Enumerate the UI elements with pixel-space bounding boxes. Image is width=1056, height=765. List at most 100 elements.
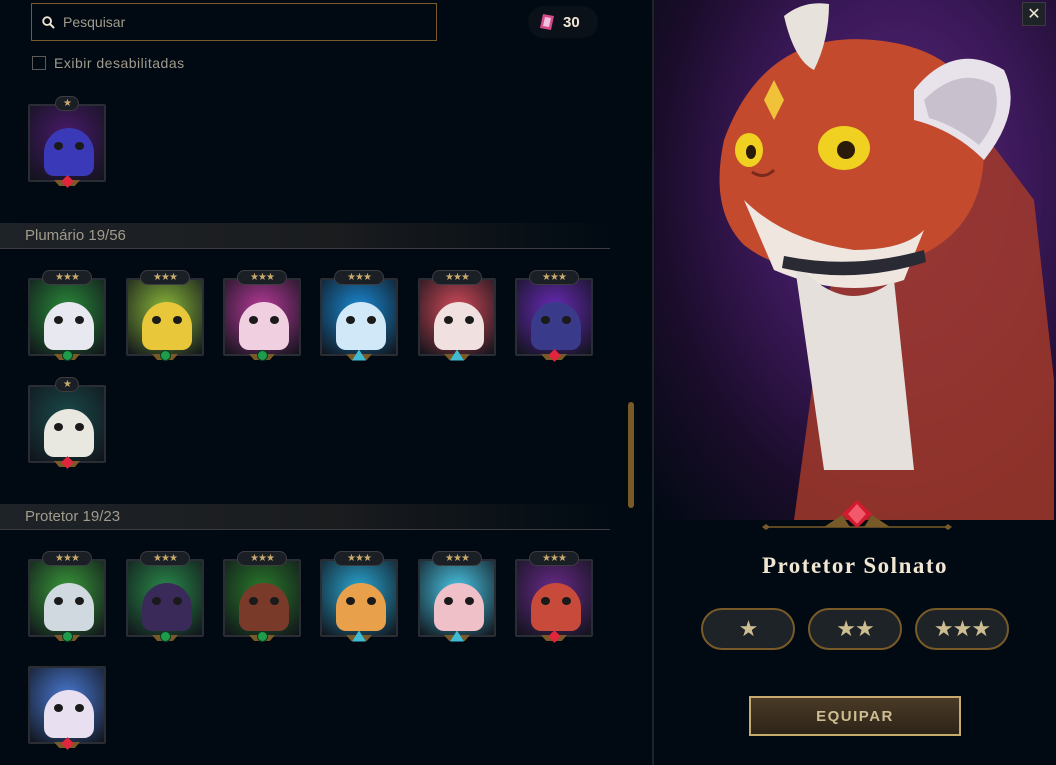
equip-button[interactable]: EQUIPAR xyxy=(749,696,961,736)
skin-tile[interactable]: ★★★ xyxy=(28,270,106,361)
skin-tile[interactable]: ★ xyxy=(28,377,106,469)
little-legend-figure xyxy=(44,690,94,738)
little-legend-figure xyxy=(531,302,581,350)
skin-thumbnail xyxy=(223,559,301,637)
section-header-plumario: Plumário 19/56 xyxy=(0,223,610,249)
skin-tile[interactable]: ★★★ xyxy=(515,270,593,362)
star-rating-badge: ★★★ xyxy=(237,270,287,285)
little-legend-eyes xyxy=(152,316,182,324)
little-legend-eyes xyxy=(249,597,279,605)
skin-tile[interactable]: ★★★ xyxy=(320,270,398,361)
skin-tile[interactable]: ★★★ xyxy=(223,551,301,642)
little-legend-eyes xyxy=(346,597,376,605)
blue-rarity-gem-icon xyxy=(444,348,470,362)
little-legend-eyes xyxy=(541,316,571,324)
skin-tile[interactable]: ★★★ xyxy=(126,270,204,361)
skin-thumbnail xyxy=(515,559,593,637)
protetor-solnato-splash xyxy=(719,3,1054,520)
skin-thumbnail xyxy=(515,278,593,356)
star-rating-badge: ★★★ xyxy=(529,551,579,566)
skin-splash-art xyxy=(654,0,1056,520)
star-rating-badge: ★★★ xyxy=(237,551,287,566)
red-rarity-gem-icon xyxy=(54,455,80,469)
star-level-3-button[interactable]: ★★★ xyxy=(915,608,1009,650)
green-rarity-gem-icon xyxy=(152,629,178,643)
little-legend-eyes xyxy=(54,704,84,712)
skin-thumbnail xyxy=(320,278,398,356)
little-legend-figure xyxy=(336,302,386,350)
star-rating-badge: ★★★ xyxy=(334,551,384,566)
skin-tile[interactable]: ★★★ xyxy=(418,551,496,642)
star-rating-badge: ★★★ xyxy=(42,551,92,566)
little-legend-eyes xyxy=(54,423,84,431)
little-legend-figure xyxy=(239,583,289,631)
little-legend-eyes xyxy=(54,316,84,324)
star-rating-badge: ★★★ xyxy=(140,270,190,285)
red-rarity-gem-icon xyxy=(54,736,80,750)
green-rarity-gem-icon xyxy=(54,629,80,643)
skin-tile[interactable]: ★★★ xyxy=(418,270,496,361)
skin-tile[interactable]: ★★★ xyxy=(223,270,301,361)
search-box[interactable] xyxy=(31,3,437,41)
little-legend-figure xyxy=(434,583,484,631)
little-legend-figure xyxy=(336,583,386,631)
star-rating-badge: ★★★ xyxy=(432,551,482,566)
little-legend-eyes xyxy=(54,597,84,605)
star-rating-badge: ★★★ xyxy=(42,270,92,285)
little-legend-eyes xyxy=(346,316,376,324)
show-disabled-label: Exibir desabilitadas xyxy=(54,55,185,71)
little-legend-eyes xyxy=(152,597,182,605)
little-legend-figure xyxy=(44,583,94,631)
star-rating-badge: ★★★ xyxy=(334,270,384,285)
skin-thumbnail xyxy=(418,559,496,637)
skin-thumbnail xyxy=(418,278,496,356)
little-legend-figure xyxy=(142,583,192,631)
little-legend-eyes xyxy=(249,316,279,324)
green-rarity-gem-icon xyxy=(249,348,275,362)
collection-panel: 30 Exibir desabilitadas ★ Plumário 19/56… xyxy=(0,0,652,765)
skin-name: Protetor Solnato xyxy=(761,553,949,578)
skin-tile[interactable] xyxy=(28,666,106,750)
little-legend-figure xyxy=(239,302,289,350)
skin-thumbnail xyxy=(28,278,106,356)
skin-thumbnail xyxy=(28,385,106,463)
little-legend-eyes xyxy=(444,597,474,605)
skin-thumbnail xyxy=(223,278,301,356)
skin-tile[interactable]: ★★★ xyxy=(28,551,106,642)
green-rarity-gem-icon xyxy=(152,348,178,362)
blue-rarity-gem-icon xyxy=(444,629,470,643)
search-input[interactable] xyxy=(63,14,423,30)
skin-tile[interactable]: ★★★ xyxy=(126,551,204,642)
skin-tile[interactable]: ★★★ xyxy=(320,551,398,642)
red-rarity-gem-icon xyxy=(541,348,567,362)
star-rating-badge: ★ xyxy=(55,377,79,392)
skin-thumbnail xyxy=(28,666,106,744)
close-button[interactable]: ✕ xyxy=(1022,2,1046,26)
show-disabled-filter[interactable]: Exibir desabilitadas xyxy=(32,55,185,71)
little-legend-eyes xyxy=(444,316,474,324)
star-level-1-button[interactable]: ★ xyxy=(701,608,795,650)
skin-thumbnail xyxy=(28,104,106,182)
red-rarity-gem-icon xyxy=(541,629,567,643)
section-header-protetor: Protetor 19/23 xyxy=(0,504,610,530)
currency-display: 30 xyxy=(528,6,598,38)
star-level-2-button[interactable]: ★★ xyxy=(808,608,902,650)
green-rarity-gem-icon xyxy=(54,348,80,362)
section-title: Protetor 19/23 xyxy=(25,508,121,525)
skin-thumbnail xyxy=(28,559,106,637)
star-rating-badge: ★★★ xyxy=(529,270,579,285)
scrollbar-thumb[interactable] xyxy=(628,402,634,508)
skin-tile[interactable]: ★ xyxy=(28,96,106,188)
section-title: Plumário 19/56 xyxy=(25,227,126,244)
star-rating-badge: ★ xyxy=(55,96,79,111)
little-legend-figure xyxy=(44,409,94,457)
red-rarity-gem-icon xyxy=(54,174,80,188)
little-legend-figure xyxy=(44,302,94,350)
little-legend-figure xyxy=(44,128,94,176)
little-legend-eyes xyxy=(541,597,571,605)
green-rarity-gem-icon xyxy=(249,629,275,643)
show-disabled-checkbox[interactable] xyxy=(32,56,46,70)
skin-tile[interactable]: ★★★ xyxy=(515,551,593,643)
star-rating-badge: ★★★ xyxy=(432,270,482,285)
currency-value: 30 xyxy=(563,13,580,31)
